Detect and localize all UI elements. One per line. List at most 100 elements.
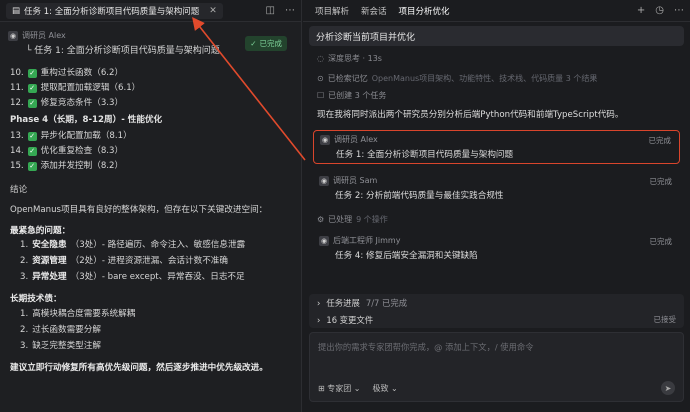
item-number: 1. (20, 308, 29, 319)
changes-row[interactable]: › 16 变更文件 已接受 (309, 311, 684, 328)
mode-selector[interactable]: 极致 ⌄ (373, 383, 398, 394)
checklist-item: 12. ✓ 修复竞态条件（3.3） (10, 96, 296, 111)
item-text: （2处）- 进程资源泄漏、会话计数不准确 (70, 256, 228, 267)
chevron-right-icon: › (317, 297, 321, 308)
item-text: 异步化配置加载（8.1） (40, 131, 132, 142)
item-text: 高模块耦合度需要系统解耦 (32, 308, 136, 319)
tab-project-optimize[interactable]: 项目分析优化 (393, 5, 456, 17)
processed-detail: 9 个操作 (356, 214, 388, 224)
task-card-4[interactable]: ◉ 后端工程师 Jimmy 已完成 任务 4: 修复后端安全漏洞和关键缺陷 (313, 232, 680, 264)
item-number: 13. (10, 131, 24, 142)
checklist-item: 13. ✓ 异步化配置加载（8.1） (10, 129, 296, 144)
item-text: 优化重复检查（8.3） (40, 146, 124, 157)
checkbox-checked-icon: ✓ (27, 162, 37, 171)
task-card-1[interactable]: ◉ 调研员 Alex 已完成 任务 1: 全面分析诊断项目代码质量与架构问题 (313, 130, 680, 164)
status-badge-label: 已完成 (259, 39, 283, 48)
tab-project-analysis[interactable]: 项目解析 (309, 5, 355, 17)
checklist-item: 14. ✓ 优化重复检查（8.3） (10, 144, 296, 159)
team-selector[interactable]: ⊞ 专家团 ⌄ (318, 383, 361, 394)
progress-value: 7/7 已完成 (365, 297, 408, 308)
item-text: （3处）- 路径遍历、命令注入、敏感信息泄露 (70, 240, 246, 251)
left-pane: ▤ 任务 1: 全面分析诊断项目代码质量与架构问题 ✕ ◫ ⋯ ◉ 调研员 Al… (0, 0, 302, 412)
checkbox-checked-icon: ✓ (27, 99, 37, 108)
check-icon: ✓ (250, 39, 257, 48)
agent-name: 调研员 Sam (333, 176, 378, 185)
agent-avatar-icon: ◉ (320, 134, 330, 145)
composer-input[interactable]: 提出你的需求专家团帮你完成，@ 添加上下文，/ 使用命令 (310, 333, 683, 361)
task-title: 任务 2: 分析前端代码质量与最佳实践合规性 (335, 191, 504, 201)
list-item: 1. 高模块耦合度需要系统解耦 (20, 306, 296, 322)
agent-name: 调研员 Alex (334, 135, 378, 144)
created-tasks-line[interactable]: ☐ 已创建 3 个任务 (303, 88, 690, 102)
task-list-icon: ☐ (317, 90, 325, 100)
task-card-2[interactable]: ◉ 调研员 Sam 已完成 任务 2: 分析前端代码质量与最佳实践合规性 (313, 172, 680, 204)
more-icon[interactable]: ⋯ (674, 5, 684, 16)
item-number: 2. (20, 256, 29, 267)
item-text: 过长函数需要分解 (32, 324, 101, 335)
debt-list: 1. 高模块耦合度需要系统解耦 2. 过长函数需要分解 3. 缺乏完整类型注解 (10, 306, 296, 354)
send-icon[interactable]: ➤ (661, 381, 675, 395)
conclusion-text: OpenManus项目具有良好的整体架构，但存在以下关键改进空间： (10, 205, 268, 216)
task-status: 已完成 (649, 237, 673, 246)
conclusion-heading: 结论 (10, 185, 28, 195)
report-content: 10. ✓ 重构过长函数（6.2） 11. ✓ 提取配置加载逻辑（6.1） 12. ✓ 修复… (10, 66, 296, 374)
task-tab[interactable]: ▤ 任务 1: 全面分析诊断项目代码质量与架构问题 ✕ (6, 2, 223, 19)
agent-name: 后端工程师 Jimmy (333, 236, 401, 245)
user-query: 分析诊断当前项目并优化 (309, 26, 684, 46)
task-status: 已完成 (649, 177, 673, 186)
item-number: 10. (10, 68, 24, 79)
task-title: 任务 4: 修复后端安全漏洞和关键缺陷 (335, 251, 478, 261)
checkbox-checked-icon: ✓ (27, 132, 37, 141)
checkbox-checked-icon: ✓ (27, 84, 37, 93)
memory-line[interactable]: ⊙ 已检索记忆 OpenManus项目架构、功能特性、技术栈、代码质量 3 个结… (303, 71, 690, 85)
agent-avatar-icon: ◉ (319, 235, 329, 246)
changes-status: 已接受 (653, 315, 677, 324)
item-bold: 异常处理 (32, 272, 67, 283)
tab-new-session[interactable]: 新会话 (355, 5, 393, 17)
team-label: 专家团 (327, 383, 352, 393)
task-title: 任务 1: 全面分析诊断项目代码质量与架构问题 (336, 150, 514, 160)
item-number: 3. (20, 340, 29, 351)
item-number: 2. (20, 324, 29, 335)
list-item: 3. 缺乏完整类型注解 (20, 338, 296, 354)
chat-icon: ▤ (12, 5, 21, 16)
final-advice: 建议立即行动修复所有高优先级问题，然后逐步推进中优先级改进。 (10, 362, 268, 373)
close-icon[interactable]: ✕ (209, 6, 217, 16)
chevron-down-icon: ⌄ (353, 383, 361, 393)
chevron-right-icon: › (317, 314, 321, 325)
more-icon[interactable]: ⋯ (285, 5, 295, 16)
list-item: 2. 过长函数需要分解 (20, 322, 296, 338)
item-text: 缺乏完整类型注解 (32, 340, 101, 351)
checklist-item: 11. ✓ 提取配置加载逻辑（6.1） (10, 81, 296, 96)
item-text: 修复竞态条件（3.3） (40, 98, 124, 109)
composer[interactable]: 提出你的需求专家团帮你完成，@ 添加上下文，/ 使用命令 ⊞ 专家团 ⌄ 极致 … (309, 332, 684, 402)
status-badge: ✓ 已完成 (245, 36, 287, 51)
item-number: 1. (20, 240, 29, 251)
left-tabbar: ▤ 任务 1: 全面分析诊断项目代码质量与架构问题 ✕ ◫ ⋯ (0, 0, 301, 22)
thinking-label: 深度思考 · 13s (327, 53, 382, 63)
processed-label: 已处理 (328, 214, 353, 224)
item-text: 提取配置加载逻辑（6.1） (40, 83, 141, 94)
progress-row[interactable]: › 任务进展 7/7 已完成 (309, 294, 684, 311)
brain-icon: ◌ (317, 53, 324, 63)
changes-label: 16 变更文件 (326, 314, 374, 325)
item-text: 添加并发控制（8.2） (40, 161, 124, 172)
split-view-icon[interactable]: ◫ (266, 5, 275, 16)
link-icon: └ (26, 46, 32, 56)
debt-heading: 长期技术债： (10, 294, 62, 305)
checklist-item: 10. ✓ 重构过长函数（6.2） (10, 66, 296, 81)
thinking-line[interactable]: ◌ 深度思考 · 13s (303, 51, 690, 65)
dispatch-text: 现在我将同时派出两个研究员分别分析后端Python代码和前端TypeScript… (317, 110, 624, 120)
mode-label: 极致 (372, 383, 389, 393)
plus-icon[interactable]: + (637, 5, 645, 16)
memory-detail: OpenManus项目架构、功能特性、技术栈、代码质量 3 个结果 (371, 73, 598, 83)
item-number: 3. (20, 272, 29, 283)
agent-name: 调研员 Alex (22, 31, 66, 40)
session-tabbar: 项目解析 新会话 项目分析优化 + ◷ ⋯ (303, 0, 690, 22)
item-text: 重构过长函数（6.2） (40, 68, 124, 79)
processed-line[interactable]: ⚙ 已处理 9 个操作 (303, 212, 690, 226)
list-item: 3. 异常处理 （3处）- bare except、异常吞没、日志不足 (20, 269, 296, 285)
checkbox-checked-icon: ✓ (27, 147, 37, 156)
history-icon[interactable]: ◷ (655, 5, 664, 16)
checkbox-checked-icon: ✓ (27, 69, 37, 78)
